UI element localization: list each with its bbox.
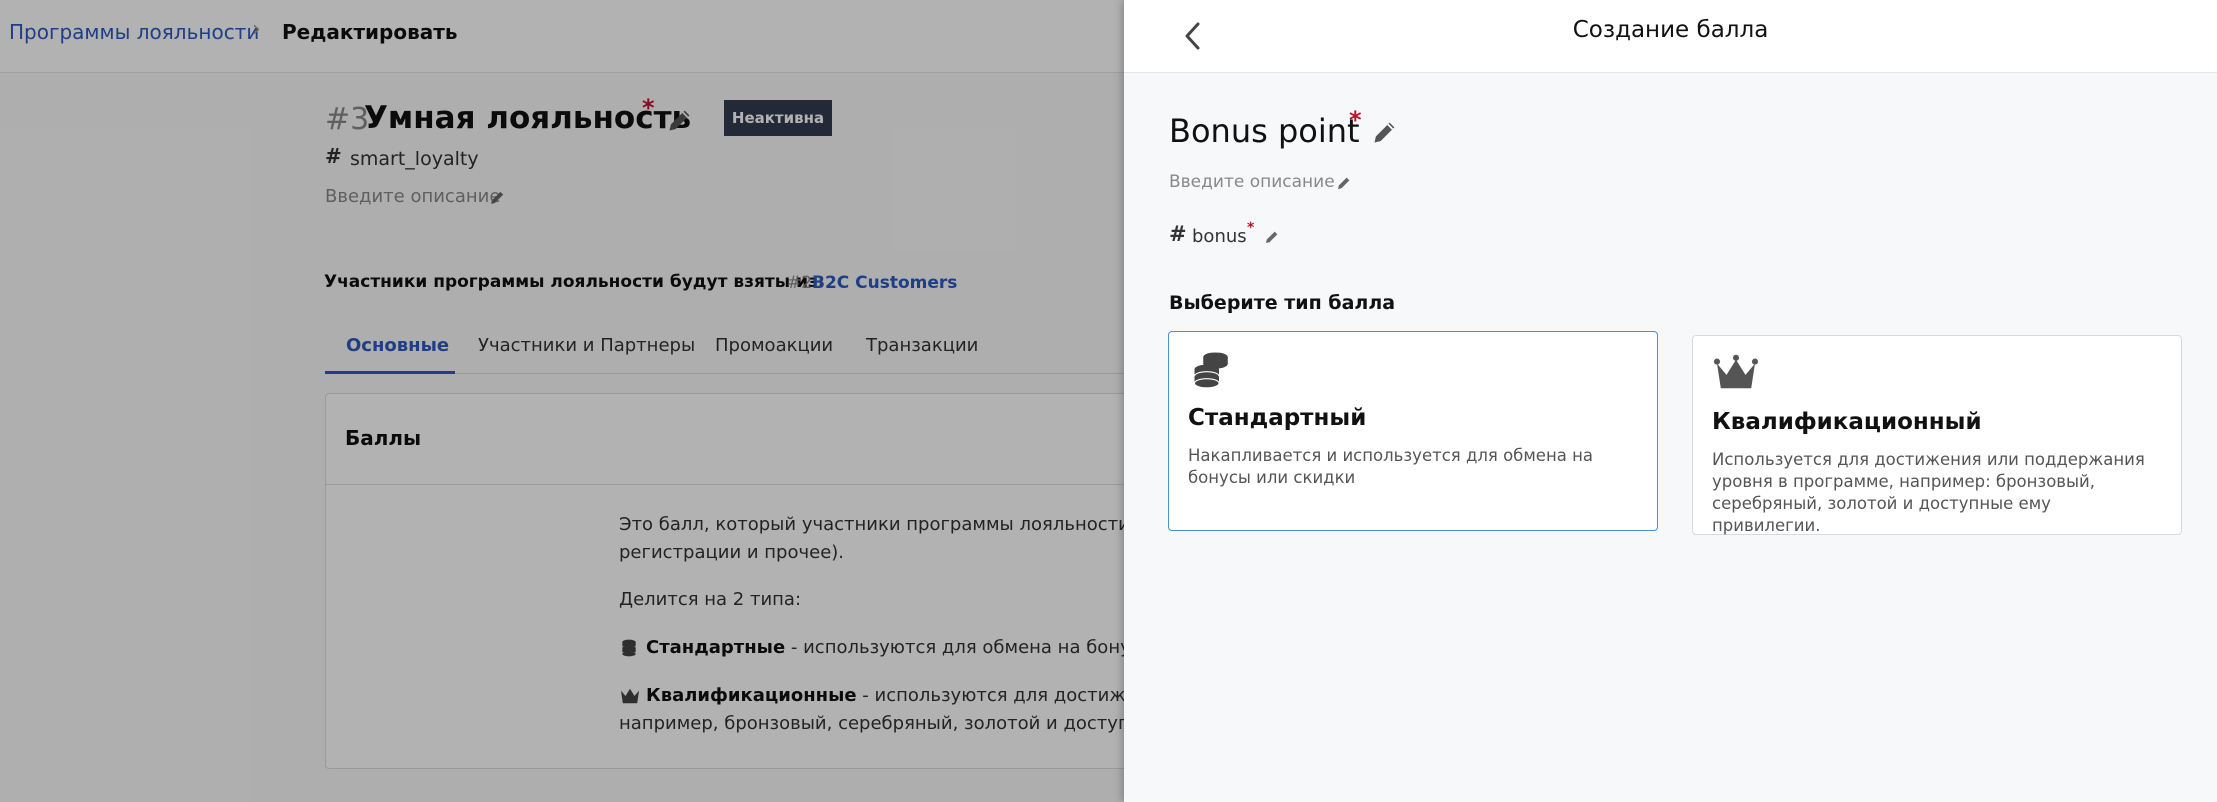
drawer-title: Создание балла (1572, 17, 1769, 43)
standard-type-description: Накапливается и используется для обмена … (1188, 446, 1593, 487)
point-code: bonus (1192, 226, 1247, 247)
qualification-type-title: Квалификационный (1712, 409, 1982, 435)
point-name: Bonus point (1169, 112, 1360, 150)
edit-code-pencil-icon[interactable] (1264, 229, 1280, 245)
crown-icon (1713, 354, 1759, 389)
coins-icon (1193, 352, 1228, 389)
qualification-type-card[interactable]: Квалификационный Используется для достиж… (1692, 335, 2182, 535)
required-mark: * (1349, 106, 1362, 134)
hash-icon: # (1169, 222, 1187, 246)
drawer-header: Создание балла (1124, 0, 2217, 73)
modal-overlay[interactable] (0, 0, 1124, 802)
point-description-placeholder[interactable]: Введите описание (1169, 172, 1335, 192)
qualification-type-description: Используется для достижения или поддержа… (1712, 450, 2145, 535)
standard-type-card[interactable]: Стандартный Накапливается и используется… (1168, 331, 1658, 531)
required-mark: * (1247, 220, 1255, 236)
standard-type-title: Стандартный (1188, 405, 1367, 431)
edit-name-pencil-icon[interactable] (1371, 118, 1399, 146)
edit-description-pencil-icon[interactable] (1336, 175, 1352, 191)
choose-type-label: Выберите тип балла (1169, 292, 1396, 314)
create-point-drawer: Создание балла Bonus point * Введите опи… (1124, 0, 2217, 802)
